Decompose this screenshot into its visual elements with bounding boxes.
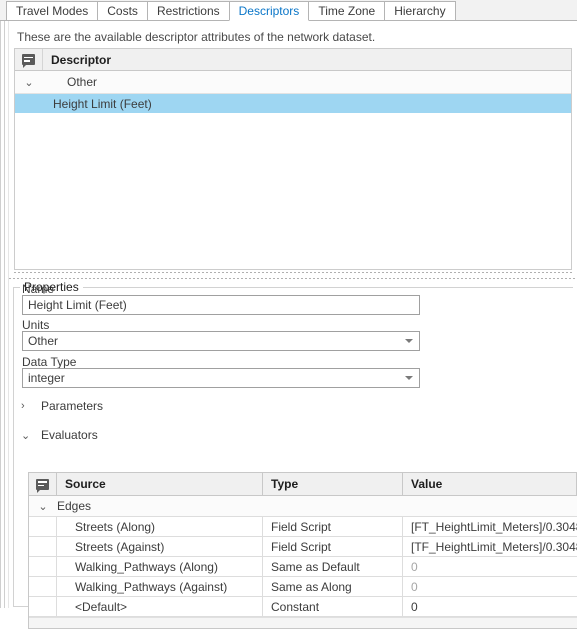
tab-label: Hierarchy bbox=[394, 4, 446, 18]
cell-value: 0 bbox=[411, 579, 418, 594]
descriptor-item-label: Height Limit (Feet) bbox=[53, 96, 152, 111]
column-header-type[interactable]: Type bbox=[263, 473, 403, 495]
descriptors-pane: These are the available descriptor attri… bbox=[9, 21, 577, 279]
column-header-value[interactable]: Value bbox=[403, 473, 577, 495]
table-row[interactable]: Streets (Along) Field Script [FT_HeightL… bbox=[29, 517, 577, 537]
chevron-down-icon[interactable] bbox=[405, 376, 413, 380]
evaluators-group-row-edges[interactable]: ⌄ Edges bbox=[29, 496, 577, 517]
row-gutter bbox=[29, 597, 57, 616]
cell-type: Field Script bbox=[263, 517, 403, 536]
units-label: Units bbox=[22, 318, 50, 332]
list-bottom-hatch bbox=[14, 271, 572, 275]
data-type-select-value: integer bbox=[28, 371, 65, 385]
parameters-label: Parameters bbox=[41, 399, 104, 413]
tab-label: Travel Modes bbox=[16, 4, 89, 18]
cell-type: Field Script bbox=[263, 537, 403, 556]
column-header-source[interactable]: Source bbox=[57, 473, 263, 495]
comment-icon-header-cell bbox=[29, 473, 57, 495]
tab-label: Restrictions bbox=[156, 4, 220, 18]
comment-icon bbox=[36, 478, 49, 493]
panel-edge-rail-inner bbox=[4, 21, 5, 608]
chevron-right-icon: › bbox=[21, 400, 35, 412]
parameters-expander[interactable]: › Parameters bbox=[21, 399, 103, 413]
comment-icon bbox=[22, 54, 35, 68]
pane-hint-text: These are the available descriptor attri… bbox=[17, 30, 376, 44]
column-header-descriptor[interactable]: Descriptor bbox=[43, 49, 571, 70]
panel-edge-rail-outer bbox=[0, 21, 1, 608]
row-gutter bbox=[29, 517, 57, 536]
chevron-down-icon: ⌄ bbox=[21, 429, 35, 442]
tab-label: Time Zone bbox=[318, 4, 376, 18]
content-area: These are the available descriptor attri… bbox=[0, 21, 577, 629]
descriptor-group-label: Other bbox=[67, 75, 98, 89]
tab-descriptors[interactable]: Descriptors bbox=[228, 1, 310, 21]
row-gutter bbox=[29, 577, 57, 596]
cell-value: 0 bbox=[411, 599, 418, 614]
grid-empty-area bbox=[29, 617, 577, 628]
row-indent bbox=[15, 94, 43, 113]
table-row[interactable]: <Default> Constant 0 bbox=[29, 597, 577, 617]
list-item[interactable]: Height Limit (Feet) bbox=[15, 94, 571, 113]
tab-costs[interactable]: Costs bbox=[97, 1, 148, 21]
cell-value: [FT_HeightLimit_Meters]/0.3048 bbox=[411, 519, 577, 534]
evaluators-expander[interactable]: ⌄ Evaluators bbox=[21, 428, 98, 442]
name-input[interactable]: Height Limit (Feet) bbox=[22, 295, 420, 315]
evaluators-grid-header: Source Type Value bbox=[29, 473, 577, 496]
row-gutter bbox=[29, 557, 57, 576]
chevron-down-icon[interactable]: ⌄ bbox=[29, 500, 57, 513]
cell-source: Streets (Along) bbox=[57, 517, 263, 536]
chevron-glyph: › bbox=[21, 400, 25, 412]
units-select[interactable]: Other bbox=[22, 331, 420, 351]
cell-source: Walking_Pathways (Along) bbox=[57, 557, 263, 576]
evaluators-group-label: Edges bbox=[57, 499, 92, 513]
evaluators-grid[interactable]: Source Type Value ⌄ Edges Streets (Along… bbox=[28, 472, 577, 629]
chevron-down-icon[interactable]: ⌄ bbox=[15, 76, 43, 89]
cell-type: Same as Default bbox=[263, 557, 403, 576]
table-row[interactable]: Walking_Pathways (Along) Same as Default… bbox=[29, 557, 577, 577]
pane-splitter[interactable] bbox=[9, 277, 577, 280]
tab-label: Descriptors bbox=[238, 4, 300, 18]
data-type-label: Data Type bbox=[22, 355, 77, 369]
descriptor-list[interactable]: Descriptor ⌄ Other Height Limit (Feet) bbox=[14, 48, 572, 270]
row-gutter bbox=[29, 537, 57, 556]
tab-time-zone[interactable]: Time Zone bbox=[308, 1, 386, 21]
tab-hierarchy[interactable]: Hierarchy bbox=[384, 1, 456, 21]
tab-restrictions[interactable]: Restrictions bbox=[146, 1, 230, 21]
chevron-down-icon[interactable] bbox=[405, 339, 413, 343]
cell-source: Streets (Against) bbox=[57, 537, 263, 556]
chevron-glyph: ⌄ bbox=[21, 429, 31, 442]
comment-icon-header-cell bbox=[15, 49, 43, 70]
descriptor-grid-header: Descriptor bbox=[15, 49, 571, 71]
cell-source: Walking_Pathways (Against) bbox=[57, 577, 263, 596]
table-row[interactable]: Streets (Against) Field Script [TF_Heigh… bbox=[29, 537, 577, 557]
chevron-glyph: ⌄ bbox=[24, 76, 34, 89]
cell-type: Constant bbox=[263, 597, 403, 616]
cell-value: [TF_HeightLimit_Meters]/0.3048 bbox=[411, 539, 577, 554]
table-row[interactable]: Walking_Pathways (Against) Same as Along… bbox=[29, 577, 577, 597]
name-input-value: Height Limit (Feet) bbox=[28, 298, 127, 312]
cell-source: <Default> bbox=[57, 597, 263, 616]
tab-label: Costs bbox=[107, 4, 138, 18]
descriptor-group-row-other[interactable]: ⌄ Other bbox=[15, 71, 571, 94]
chevron-glyph: ⌄ bbox=[38, 500, 48, 513]
evaluators-label: Evaluators bbox=[41, 428, 98, 442]
name-label: Name bbox=[22, 282, 55, 296]
tab-list: Travel Modes Costs Restrictions Descript… bbox=[6, 1, 456, 21]
cell-value: 0 bbox=[411, 559, 418, 574]
units-select-value: Other bbox=[28, 334, 59, 348]
tab-travel-modes[interactable]: Travel Modes bbox=[6, 1, 99, 21]
data-type-select[interactable]: integer bbox=[22, 368, 420, 388]
tab-strip: Travel Modes Costs Restrictions Descript… bbox=[0, 0, 577, 21]
cell-type: Same as Along bbox=[263, 577, 403, 596]
